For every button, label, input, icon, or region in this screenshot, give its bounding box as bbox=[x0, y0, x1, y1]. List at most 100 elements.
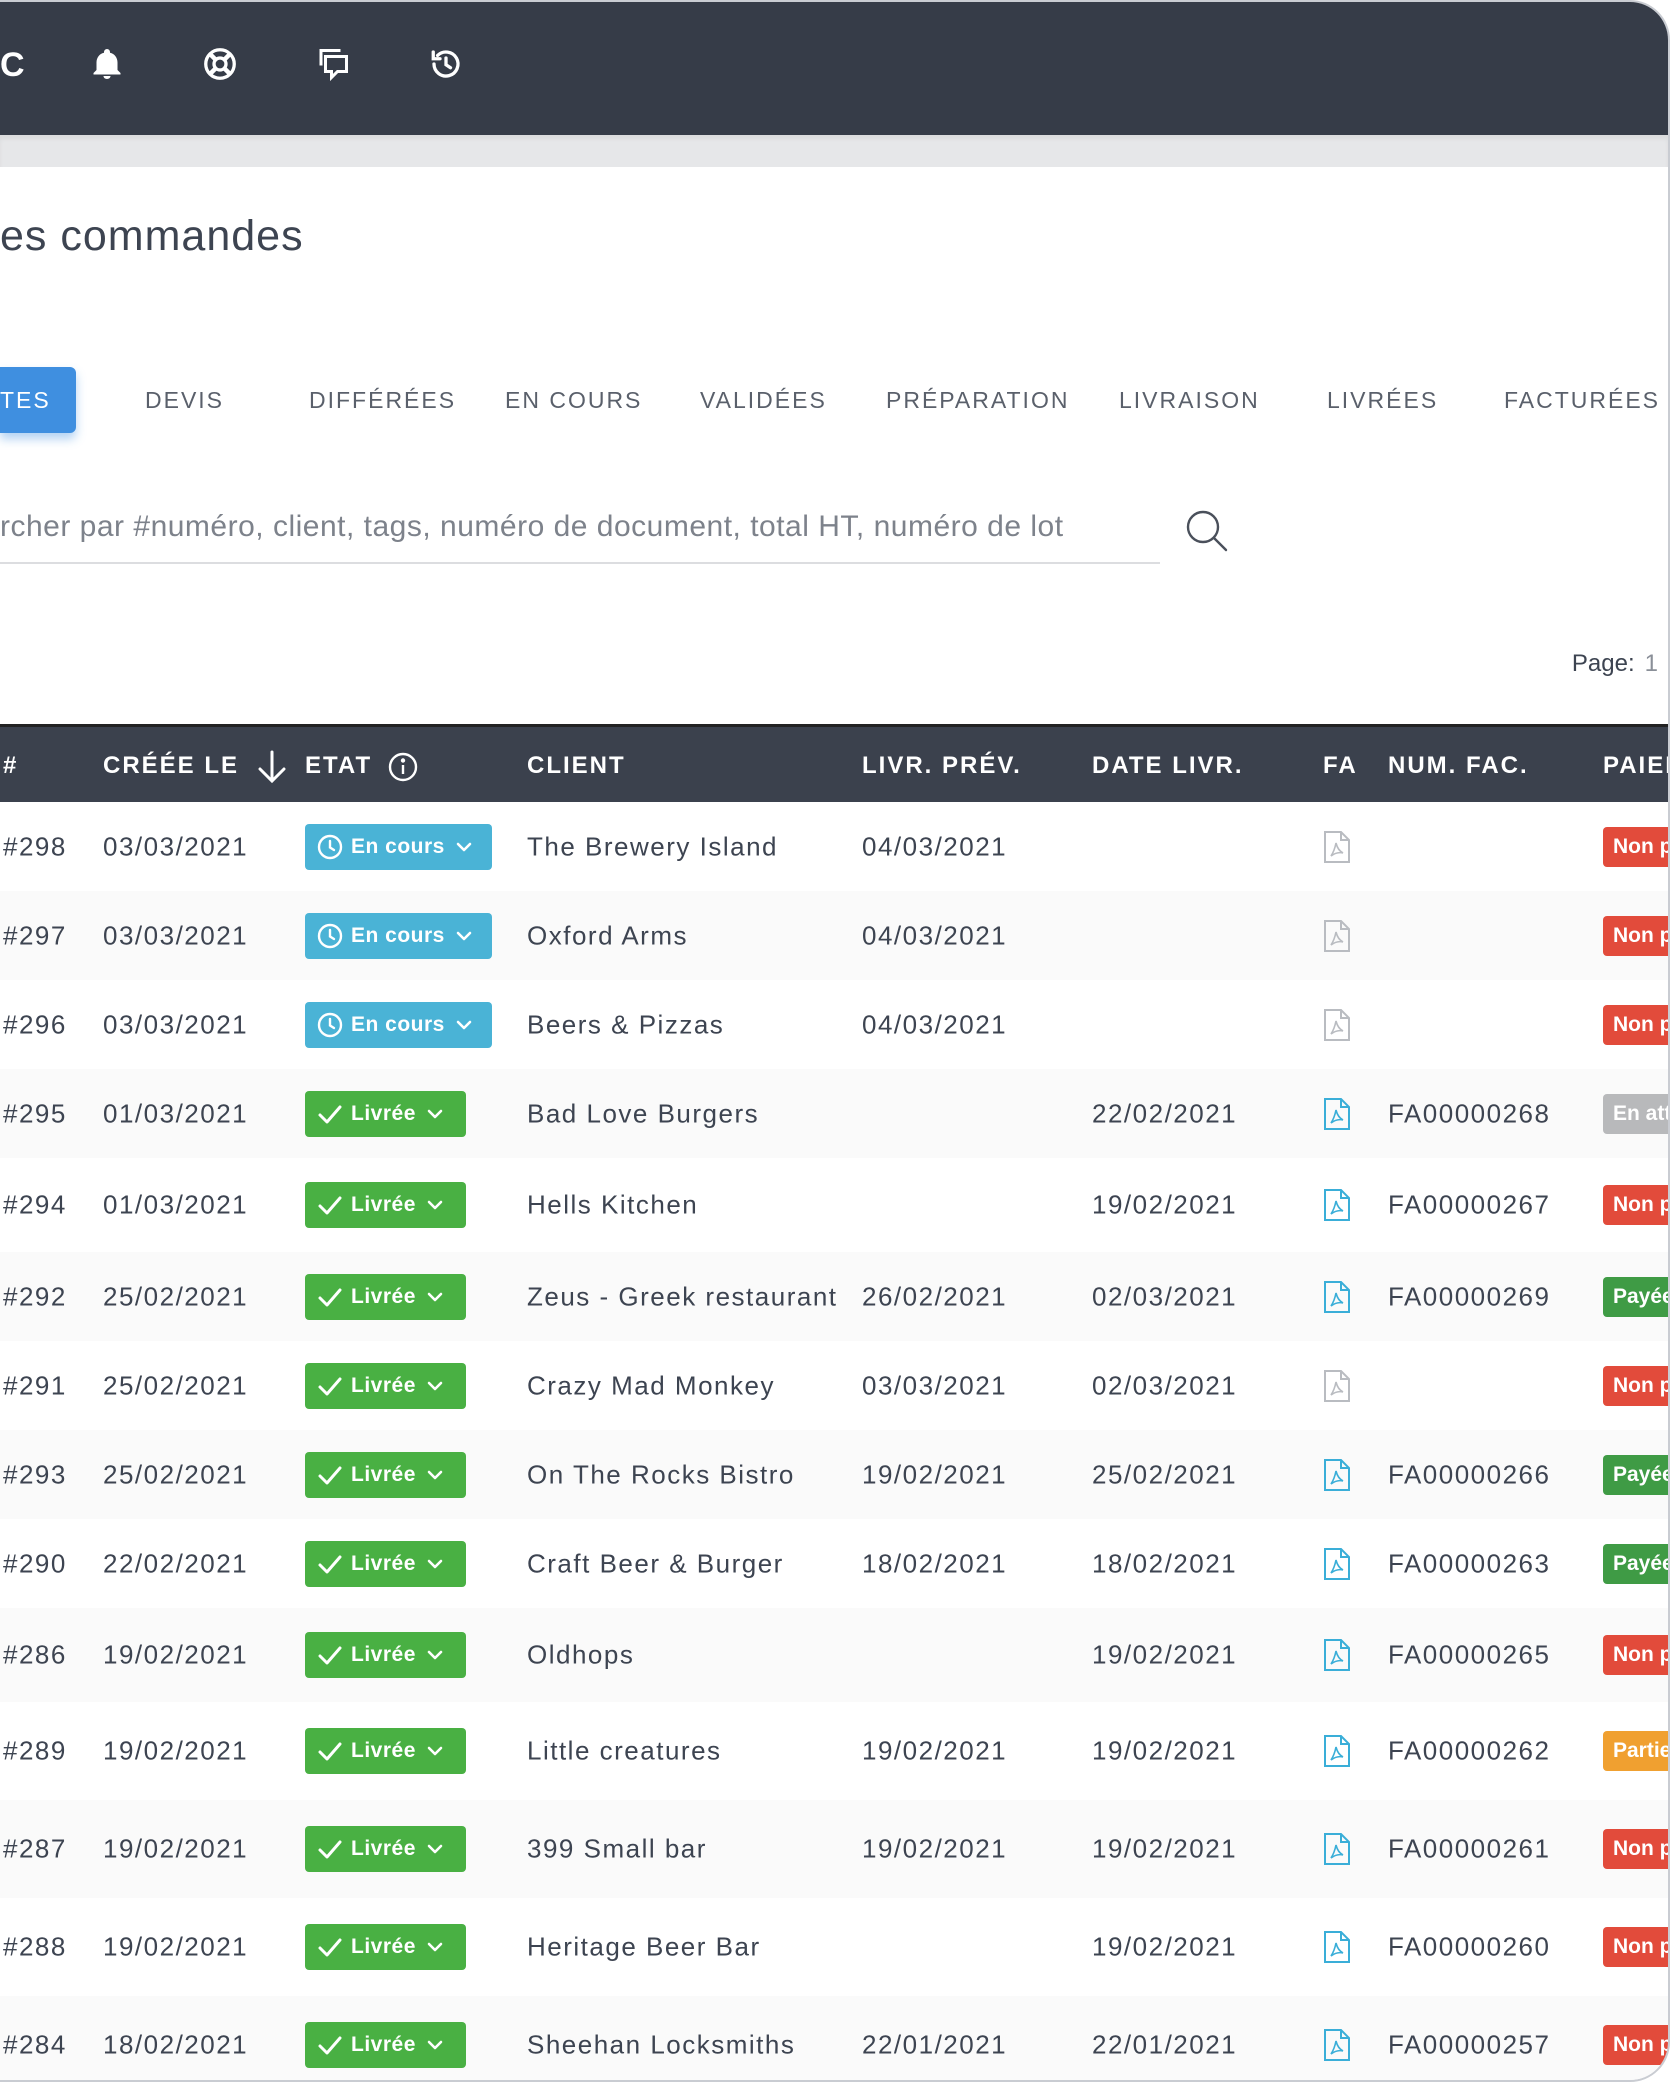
order-number[interactable]: #295 bbox=[3, 1098, 67, 1129]
invoice-number[interactable]: FA00000261 bbox=[1388, 1834, 1550, 1865]
client-name[interactable]: On The Rocks Bistro bbox=[527, 1459, 795, 1490]
state-dropdown[interactable]: Livrée bbox=[305, 1540, 466, 1587]
col-header-id[interactable]: # bbox=[3, 727, 18, 805]
table-row[interactable]: #288 19/02/2021 Livrée Heritage Beer Bar 19/… bbox=[0, 1898, 1668, 1998]
order-number[interactable]: #284 bbox=[3, 2030, 67, 2061]
table-row[interactable]: #290 22/02/2021 Livrée Craft Beer & Burger 1… bbox=[0, 1519, 1668, 1610]
client-name[interactable]: Zeus - Greek restaurant bbox=[527, 1281, 838, 1312]
table-row[interactable]: #298 03/03/2021 En cours The Brewery Island… bbox=[0, 802, 1668, 893]
bell-icon[interactable] bbox=[89, 46, 125, 82]
state-dropdown[interactable]: Livrée bbox=[305, 1362, 466, 1409]
pdf-file-icon[interactable] bbox=[1322, 2028, 1352, 2062]
order-number[interactable]: #288 bbox=[3, 1932, 67, 1963]
client-name[interactable]: Beers & Pizzas bbox=[527, 1009, 724, 1040]
col-header-livr-prev[interactable]: LIVR. PRÉV. bbox=[862, 727, 1022, 805]
invoice-number[interactable]: FA00000268 bbox=[1388, 1098, 1550, 1129]
order-number[interactable]: #291 bbox=[3, 1370, 67, 1401]
client-name[interactable]: Hells Kitchen bbox=[527, 1190, 698, 1221]
tab-toutes[interactable]: TES bbox=[0, 367, 76, 433]
client-name[interactable]: Sheehan Locksmiths bbox=[527, 2030, 795, 2061]
order-number[interactable]: #290 bbox=[3, 1548, 67, 1579]
chat-icon[interactable] bbox=[315, 46, 351, 82]
invoice-number[interactable]: FA00000263 bbox=[1388, 1548, 1550, 1579]
table-row[interactable]: #291 25/02/2021 Livrée Crazy Mad Monkey 03/0… bbox=[0, 1341, 1668, 1432]
tab-devis[interactable]: DEVIS bbox=[145, 367, 224, 433]
tab-validees[interactable]: VALIDÉES bbox=[700, 367, 827, 433]
pdf-file-icon[interactable] bbox=[1322, 1188, 1352, 1222]
order-number[interactable]: #296 bbox=[3, 1009, 67, 1040]
state-dropdown[interactable]: Livrée bbox=[305, 1632, 466, 1678]
pdf-file-icon[interactable] bbox=[1322, 1547, 1352, 1581]
client-name[interactable]: Bad Love Burgers bbox=[527, 1098, 759, 1129]
client-name[interactable]: Crazy Mad Monkey bbox=[527, 1370, 775, 1401]
col-header-client[interactable]: CLIENT bbox=[527, 727, 626, 805]
pdf-file-icon[interactable] bbox=[1322, 1280, 1352, 1314]
client-name[interactable]: Oxford Arms bbox=[527, 920, 688, 951]
pdf-file-icon[interactable] bbox=[1322, 1097, 1352, 1131]
invoice-number[interactable]: FA00000266 bbox=[1388, 1459, 1550, 1490]
order-number[interactable]: #294 bbox=[3, 1190, 67, 1221]
col-header-payment[interactable]: PAIEM bbox=[1603, 727, 1668, 805]
table-row[interactable]: #294 01/03/2021 Livrée Hells Kitchen 19/02/2… bbox=[0, 1158, 1668, 1254]
table-row[interactable]: #287 19/02/2021 Livrée 399 Small bar 19/02/2… bbox=[0, 1800, 1668, 1900]
page-number[interactable]: 1 bbox=[1645, 650, 1658, 677]
client-name[interactable]: The Brewery Island bbox=[527, 831, 778, 862]
table-row[interactable]: #296 03/03/2021 En cours Beers & Pizzas 04/0… bbox=[0, 980, 1668, 1071]
state-dropdown[interactable]: Livrée bbox=[305, 1826, 466, 1872]
tab-preparation[interactable]: PRÉPARATION bbox=[886, 367, 1069, 433]
order-number[interactable]: #297 bbox=[3, 920, 67, 951]
tab-en-cours[interactable]: EN COURS bbox=[505, 367, 642, 433]
invoice-number[interactable]: FA00000267 bbox=[1388, 1190, 1550, 1221]
client-name[interactable]: Little creatures bbox=[527, 1736, 722, 1767]
client-name[interactable]: Craft Beer & Burger bbox=[527, 1548, 784, 1579]
order-number[interactable]: #286 bbox=[3, 1640, 67, 1671]
table-row[interactable]: #293 25/02/2021 Livrée On The Rocks Bistro 1… bbox=[0, 1430, 1668, 1521]
tab-facturees[interactable]: FACTURÉES bbox=[1504, 367, 1660, 433]
col-header-created[interactable]: CRÉÉE LE bbox=[103, 727, 290, 805]
col-header-state[interactable]: ETAT bbox=[305, 727, 419, 805]
state-dropdown[interactable]: Livrée bbox=[305, 1090, 466, 1137]
pdf-file-icon[interactable] bbox=[1322, 1930, 1352, 1964]
lifebuoy-icon[interactable] bbox=[202, 46, 238, 82]
col-header-fa[interactable]: FA bbox=[1323, 727, 1358, 805]
tab-livrees[interactable]: LIVRÉES bbox=[1327, 367, 1438, 433]
pdf-file-icon[interactable] bbox=[1322, 1458, 1352, 1492]
invoice-number[interactable]: FA00000257 bbox=[1388, 2030, 1550, 2061]
history-icon[interactable] bbox=[428, 46, 464, 82]
invoice-number[interactable]: FA00000265 bbox=[1388, 1640, 1550, 1671]
state-dropdown[interactable]: Livrée bbox=[305, 2022, 466, 2068]
order-number[interactable]: #293 bbox=[3, 1459, 67, 1490]
invoice-number[interactable]: FA00000269 bbox=[1388, 1281, 1550, 1312]
table-row[interactable]: #286 19/02/2021 Livrée Oldhops 19/02/2021 FA0… bbox=[0, 1608, 1668, 1704]
invoice-number[interactable]: FA00000260 bbox=[1388, 1932, 1550, 1963]
table-row[interactable]: #292 25/02/2021 Livrée Zeus - Greek restaur… bbox=[0, 1252, 1668, 1343]
state-dropdown[interactable]: En cours bbox=[305, 823, 492, 870]
state-dropdown[interactable]: En cours bbox=[305, 1001, 492, 1048]
search-icon[interactable] bbox=[1185, 509, 1229, 553]
order-number[interactable]: #298 bbox=[3, 831, 67, 862]
col-header-num-fac[interactable]: NUM. FAC. bbox=[1388, 727, 1529, 805]
pdf-file-icon[interactable] bbox=[1322, 1734, 1352, 1768]
order-number[interactable]: #287 bbox=[3, 1834, 67, 1865]
pdf-file-icon[interactable] bbox=[1322, 1638, 1352, 1672]
search-input[interactable] bbox=[0, 492, 1160, 564]
state-dropdown[interactable]: Livrée bbox=[305, 1451, 466, 1498]
client-name[interactable]: Heritage Beer Bar bbox=[527, 1932, 761, 1963]
table-row[interactable]: #289 19/02/2021 Livrée Little creatures 19/0… bbox=[0, 1702, 1668, 1802]
pdf-file-icon[interactable] bbox=[1322, 1832, 1352, 1866]
state-dropdown[interactable]: Livrée bbox=[305, 1728, 466, 1774]
invoice-number[interactable]: FA00000262 bbox=[1388, 1736, 1550, 1767]
state-dropdown[interactable]: Livrée bbox=[305, 1924, 466, 1970]
tab-livraison[interactable]: LIVRAISON bbox=[1119, 367, 1260, 433]
tab-differees[interactable]: DIFFÉRÉES bbox=[309, 367, 456, 433]
order-number[interactable]: #289 bbox=[3, 1736, 67, 1767]
table-row[interactable]: #295 01/03/2021 Livrée Bad Love Burgers 22/0… bbox=[0, 1069, 1668, 1160]
state-dropdown[interactable]: Livrée bbox=[305, 1182, 466, 1228]
col-header-date-livr[interactable]: DATE LIVR. bbox=[1092, 727, 1244, 805]
table-row[interactable]: #284 18/02/2021 Livrée Sheehan Locksmiths 22… bbox=[0, 1996, 1668, 2080]
client-name[interactable]: Oldhops bbox=[527, 1640, 634, 1671]
state-dropdown[interactable]: En cours bbox=[305, 912, 492, 959]
order-number[interactable]: #292 bbox=[3, 1281, 67, 1312]
client-name[interactable]: 399 Small bar bbox=[527, 1834, 707, 1865]
table-row[interactable]: #297 03/03/2021 En cours Oxford Arms 04/03/2… bbox=[0, 891, 1668, 982]
